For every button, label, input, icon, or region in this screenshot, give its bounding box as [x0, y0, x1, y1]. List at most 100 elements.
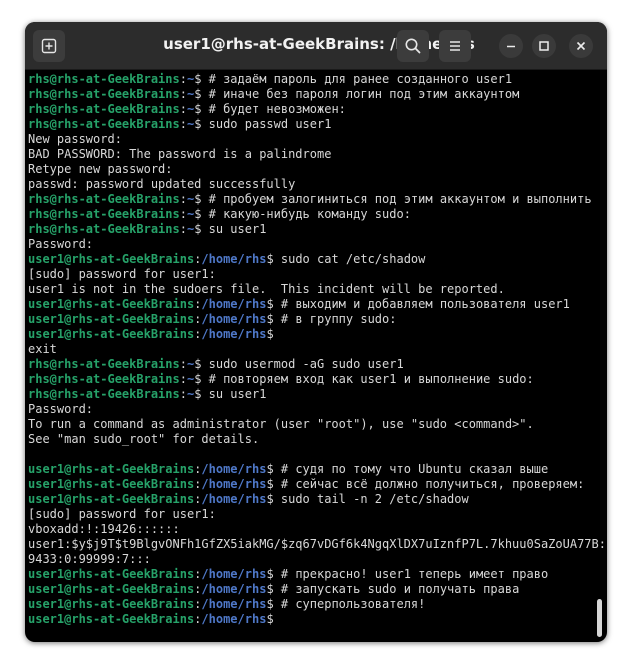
terminal-text: :: [179, 87, 187, 101]
terminal-line: user1@rhs-at-GeekBrains:/home/rhs$ # суп…: [28, 597, 602, 612]
terminal-line: user1@rhs-at-GeekBrains:/home/rhs$ sudo …: [28, 492, 602, 507]
terminal-text: :: [179, 222, 187, 236]
prompt-user-host: rhs@rhs-at-GeekBrains: [28, 117, 180, 131]
terminal-text: See "man sudo_root" for details.: [28, 432, 260, 446]
terminal-text: To run a command as administrator (user …: [28, 417, 534, 431]
terminal-line: user1:$y$j9T$t9BlgvONFh1GfZX5iakMG/$zq67…: [28, 537, 607, 552]
prompt-user-host: user1@rhs-at-GeekBrains: [28, 567, 195, 581]
terminal-line: rhs@rhs-at-GeekBrains:~$ su user1: [28, 387, 602, 402]
close-button[interactable]: [569, 34, 593, 58]
terminal-text: [sudo] password for user1:: [28, 507, 216, 521]
terminal-line: rhs@rhs-at-GeekBrains:~$ sudo usermod -a…: [28, 357, 602, 372]
prompt-user-host: user1@rhs-at-GeekBrains: [28, 582, 195, 596]
terminal-line: rhs@rhs-at-GeekBrains:~$ # пробуем залог…: [28, 192, 602, 207]
prompt-path: /home/rhs: [201, 252, 267, 266]
terminal-text: exit: [28, 342, 57, 356]
menu-button[interactable]: [439, 30, 471, 62]
terminal-text: user1 is not in the sudoers file. This i…: [28, 282, 505, 296]
terminal-line: Retype new password:: [28, 162, 602, 177]
prompt-user-host: user1@rhs-at-GeekBrains: [28, 297, 195, 311]
prompt-user-host: rhs@rhs-at-GeekBrains: [28, 222, 180, 236]
terminal-text: :: [179, 207, 187, 221]
terminal-text: $ sudo cat /etc/shadow: [266, 252, 426, 266]
terminal-line: New password:: [28, 132, 602, 147]
terminal-text: BAD PASSWORD: The password is a palindro…: [28, 147, 332, 161]
terminal-text: [sudo] password for user1:: [28, 267, 216, 281]
terminal-text: :: [179, 102, 187, 116]
title-bar[interactable]: user1@rhs-at-GeekBrains: /home/rhs: [25, 22, 607, 70]
prompt-path: /home/rhs: [201, 327, 267, 341]
prompt-user-host: rhs@rhs-at-GeekBrains: [28, 357, 180, 371]
prompt-path: /home/rhs: [201, 612, 267, 626]
prompt-path: /home/rhs: [201, 582, 267, 596]
terminal-line: user1@rhs-at-GeekBrains:/home/rhs$: [28, 327, 602, 342]
terminal-line: Password:: [28, 402, 602, 417]
terminal-line: See "man sudo_root" for details.: [28, 432, 602, 447]
terminal-text: Password:: [28, 237, 94, 251]
prompt-user-host: user1@rhs-at-GeekBrains: [28, 492, 195, 506]
terminal-text: $ # повторяем вход как user1 и выполнени…: [194, 372, 534, 386]
terminal-text: $ # будет невозможен:: [194, 102, 346, 116]
prompt-path: /home/rhs: [201, 312, 267, 326]
prompt-path: /home/rhs: [201, 297, 267, 311]
terminal-text: vboxadd:!:19426::::::: [28, 522, 180, 536]
terminal-line: passwd: password updated successfully: [28, 177, 602, 192]
terminal-text: :: [179, 372, 187, 386]
scrollbar-thumb[interactable]: [597, 599, 602, 637]
terminal-line: user1@rhs-at-GeekBrains:/home/rhs$ # сей…: [28, 477, 602, 492]
terminal-line: rhs@rhs-at-GeekBrains:~$ # задаём пароль…: [28, 72, 602, 87]
terminal-text: :: [179, 387, 187, 401]
prompt-path: /home/rhs: [201, 492, 267, 506]
terminal-text: $ # какую-нибудь команду sudo:: [194, 207, 411, 221]
minimize-icon: [507, 45, 515, 48]
terminal-text: Password:: [28, 402, 94, 416]
terminal-line: user1 is not in the sudoers file. This i…: [28, 282, 602, 297]
terminal-text: :: [179, 192, 187, 206]
prompt-user-host: rhs@rhs-at-GeekBrains: [28, 72, 180, 86]
minimize-button[interactable]: [499, 34, 523, 58]
terminal-text: $ su user1: [194, 222, 267, 236]
terminal-text: $ # судя по тому что Ubuntu сказал выше: [266, 462, 549, 476]
terminal-line: rhs@rhs-at-GeekBrains:~$ # иначе без пар…: [28, 87, 602, 102]
terminal-text: $ sudo passwd user1: [194, 117, 332, 131]
prompt-user-host: user1@rhs-at-GeekBrains: [28, 327, 195, 341]
terminal-text: :: [179, 357, 187, 371]
terminal-line: exit: [28, 342, 602, 357]
prompt-user-host: rhs@rhs-at-GeekBrains: [28, 192, 180, 206]
search-button[interactable]: [397, 30, 429, 62]
terminal-text: $ # задаём пароль для ранее созданного u…: [194, 72, 513, 86]
prompt-user-host: user1@rhs-at-GeekBrains: [28, 462, 195, 476]
prompt-path: /home/rhs: [201, 462, 267, 476]
maximize-icon: [539, 41, 549, 51]
terminal-text: $ su user1: [194, 387, 267, 401]
prompt-user-host: user1@rhs-at-GeekBrains: [28, 597, 195, 611]
close-icon: [576, 41, 586, 51]
terminal-line: vboxadd:!:19426::::::: [28, 522, 602, 537]
maximize-button[interactable]: [532, 34, 556, 58]
terminal-text: $ # сейчас всё должно получиться, провер…: [266, 477, 585, 491]
terminal-text: $ sudo usermod -aG sudo user1: [194, 357, 404, 371]
terminal-text: $: [266, 327, 274, 341]
terminal-text: $ # запускать sudo и получать права: [266, 582, 520, 596]
terminal-text: New password:: [28, 132, 122, 146]
prompt-user-host: user1@rhs-at-GeekBrains: [28, 312, 195, 326]
terminal-line: 9433:0:99999:7:::: [28, 552, 602, 567]
terminal-text: user1:$y$j9T$t9BlgvONFh1GfZX5iakMG/$zq67…: [28, 537, 607, 551]
terminal-line: user1@rhs-at-GeekBrains:/home/rhs$ # зап…: [28, 582, 602, 597]
terminal-text: passwd: password updated successfully: [28, 177, 296, 191]
terminal-output[interactable]: rhs@rhs-at-GeekBrains:~$ # задаём пароль…: [28, 72, 607, 640]
terminal-line: rhs@rhs-at-GeekBrains:~$ # какую-нибудь …: [28, 207, 602, 222]
terminal-line: rhs@rhs-at-GeekBrains:~$ su user1: [28, 222, 602, 237]
hamburger-menu-icon: [450, 41, 460, 51]
terminal-line: rhs@rhs-at-GeekBrains:~$ # будет невозмо…: [28, 102, 602, 117]
terminal-text: $: [266, 612, 274, 626]
terminal-line: user1@rhs-at-GeekBrains:/home/rhs$ sudo …: [28, 252, 602, 267]
search-icon: [405, 38, 421, 54]
prompt-user-host: user1@rhs-at-GeekBrains: [28, 477, 195, 491]
terminal-text: 9433:0:99999:7:::: [28, 552, 151, 566]
terminal-text: $ # иначе без пароля логин под этим акка…: [194, 87, 520, 101]
terminal-line: user1@rhs-at-GeekBrains:/home/rhs$ # в г…: [28, 312, 602, 327]
terminal-line: [sudo] password for user1:: [28, 507, 602, 522]
prompt-user-host: user1@rhs-at-GeekBrains: [28, 252, 195, 266]
